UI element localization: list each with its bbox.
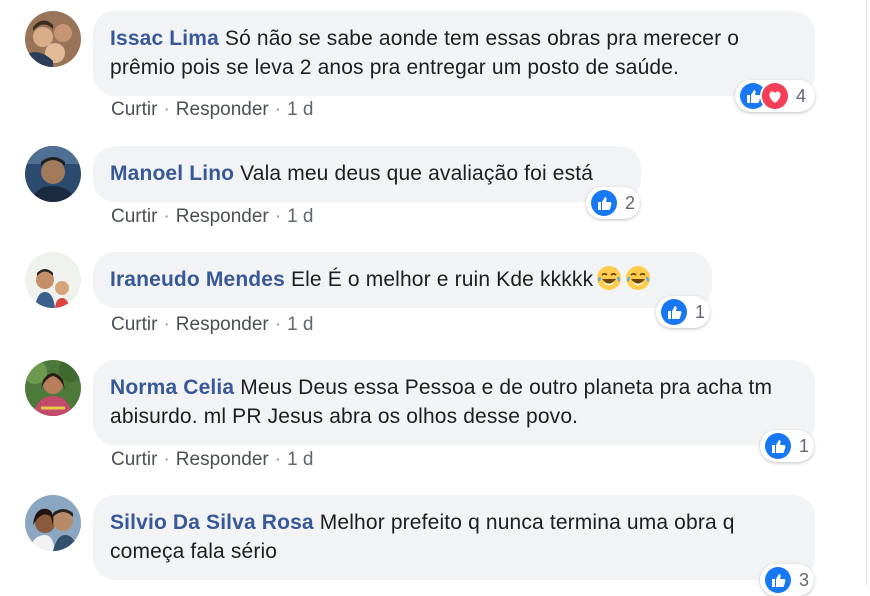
like-link[interactable]: Curtir (111, 449, 157, 470)
comment-bubble: Iraneudo Mendes Ele É o melhor e ruin Kde… (93, 252, 712, 308)
reply-link[interactable]: Responder (176, 99, 269, 120)
comment-author[interactable]: Silvio Da Silva Rosa (110, 511, 314, 534)
reply-link[interactable]: Responder (176, 314, 269, 335)
love-icon (760, 81, 790, 111)
comment-timestamp[interactable]: 1 d (287, 449, 313, 470)
separator-dot: · (274, 314, 282, 335)
avatar[interactable] (25, 11, 81, 67)
comment-author[interactable]: Issac Lima (110, 27, 219, 50)
comment-text: Vala meu deus que avaliação foi está (240, 162, 594, 185)
reply-link[interactable]: Responder (176, 449, 269, 470)
reply-link[interactable]: Responder (176, 206, 269, 227)
laughing-tears-emoji (625, 265, 651, 291)
comment-text: Ele É o melhor e ruin Kde kkkkk (290, 268, 594, 291)
reaction-summary[interactable]: 1 (760, 430, 814, 462)
like-icon (763, 431, 793, 461)
comment-actions: Curtir · Responder · 1 d (111, 314, 313, 336)
reaction-summary[interactable]: 1 (656, 296, 710, 328)
avatar[interactable] (25, 360, 81, 416)
like-icon (589, 188, 619, 218)
comment-actions: Curtir · Responder · 1 d (111, 206, 313, 228)
reaction-count: 3 (799, 569, 810, 590)
like-link[interactable]: Curtir (111, 314, 157, 335)
like-icon (659, 297, 689, 327)
comment-author[interactable]: Norma Celia (110, 376, 234, 399)
avatar[interactable] (25, 252, 81, 308)
comment-bubble: Issac Lima Só não se sabe aonde tem essas… (93, 11, 815, 96)
reaction-count: 1 (695, 301, 706, 322)
reaction-summary[interactable]: 4 (735, 80, 815, 112)
comment-timestamp[interactable]: 1 d (287, 206, 313, 227)
separator-dot: · (274, 99, 282, 120)
comment-timestamp[interactable]: 1 d (287, 314, 313, 335)
right-border (866, 0, 867, 585)
reaction-summary[interactable]: 3 (760, 564, 814, 596)
like-link[interactable]: Curtir (111, 206, 157, 227)
separator-dot: · (163, 449, 170, 470)
reaction-count: 1 (799, 435, 810, 456)
comment-bubble: Silvio Da Silva Rosa Melhor prefeito q nu… (93, 495, 815, 580)
comment-author[interactable]: Iraneudo Mendes (110, 268, 285, 291)
separator-dot: · (163, 206, 170, 227)
comment-actions: Curtir · Responder · 1 d (111, 449, 313, 471)
reaction-summary[interactable]: 2 (586, 187, 640, 219)
like-link[interactable]: Curtir (111, 99, 157, 120)
separator-dot: · (274, 206, 282, 227)
comment-timestamp[interactable]: 1 d (287, 99, 313, 120)
comment-bubble: Manoel Lino Vala meu deus que avaliação f… (93, 146, 641, 202)
like-icon (763, 565, 793, 595)
avatar[interactable] (25, 495, 81, 551)
separator-dot: · (163, 99, 170, 120)
reaction-count: 4 (796, 85, 807, 106)
comment-bubble: Norma Celia Meus Deus essa Pessoa e de ou… (93, 360, 815, 445)
comment-actions: Curtir · Responder · 1 d (111, 99, 313, 121)
reaction-count: 2 (625, 192, 636, 213)
laughing-tears-emoji (596, 265, 622, 291)
separator-dot: · (163, 314, 170, 335)
separator-dot: · (274, 449, 282, 470)
comment-author[interactable]: Manoel Lino (110, 162, 234, 185)
avatar[interactable] (25, 146, 81, 202)
